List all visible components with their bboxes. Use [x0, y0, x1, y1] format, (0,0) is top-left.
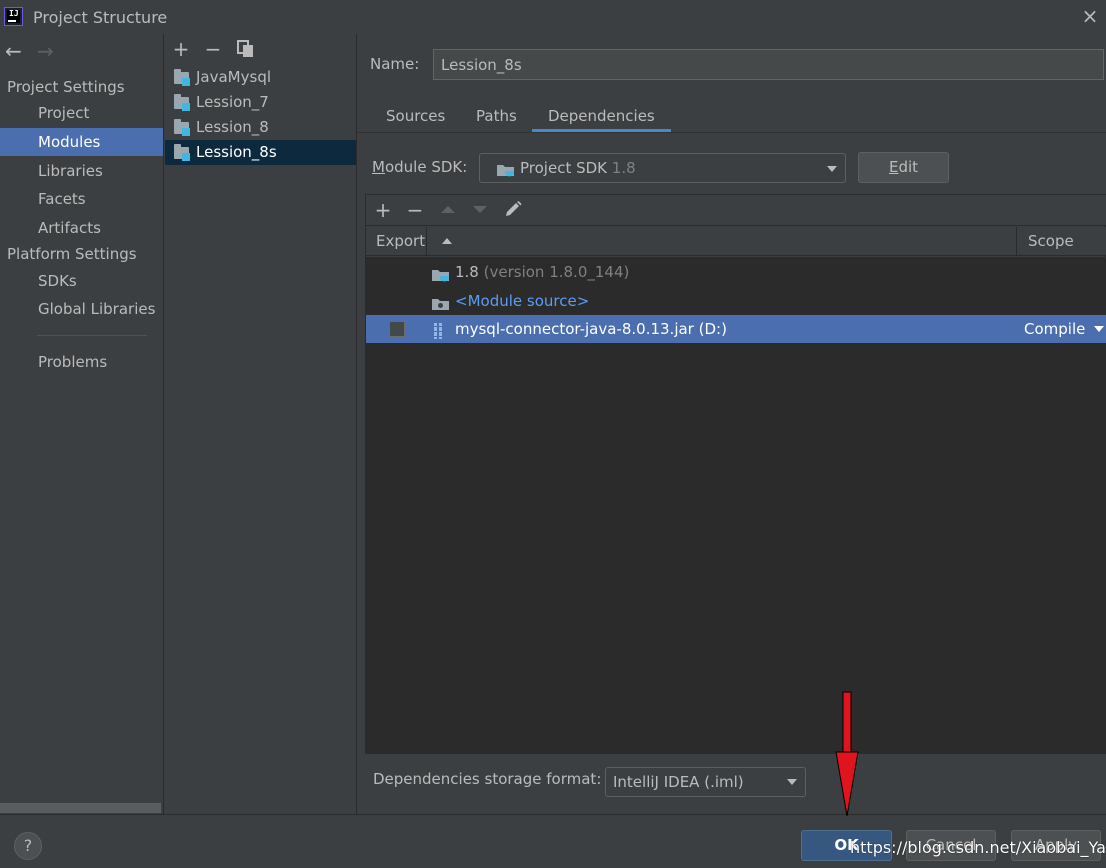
tab-strip-divider [357, 132, 1106, 133]
platform-settings-header: Platform Settings [7, 245, 137, 263]
storage-format-value: IntelliJ IDEA (.iml) [613, 773, 744, 791]
storage-format-select[interactable]: IntelliJ IDEA (.iml) [605, 767, 806, 797]
sidebar-item-sdks[interactable]: SDKs [0, 267, 163, 295]
sidebar-item-libraries[interactable]: Libraries [0, 157, 163, 185]
dependencies-table-header: Export Scope [366, 227, 1106, 256]
back-arrow-icon[interactable]: ← [5, 41, 22, 61]
dependency-row-jdk[interactable]: 1.8 (version 1.8.0_144) [366, 258, 1106, 286]
dependency-name: mysql-connector-java-8.0.13.jar (D:) [455, 320, 727, 338]
module-name-input[interactable] [433, 49, 1104, 80]
sdk-version: 1.8 [611, 159, 636, 177]
sidebar-item-modules[interactable]: Modules [0, 128, 163, 156]
add-module-icon[interactable]: + [171, 39, 191, 59]
export-checkbox[interactable] [389, 321, 405, 337]
module-folder-icon [174, 94, 190, 111]
intellij-app-icon: IJ [4, 7, 23, 26]
module-item-lession-8[interactable]: Lession_8 [165, 115, 356, 140]
module-folder-icon [174, 69, 190, 86]
sdk-value: Project SDK [520, 159, 607, 177]
dependency-version: (version 1.8.0_144) [483, 263, 630, 281]
sidebar-scrollbar[interactable] [0, 803, 161, 813]
scope-dropdown[interactable]: Compile [1024, 315, 1104, 343]
edit-pencil-icon[interactable] [504, 200, 522, 218]
tab-paths[interactable]: Paths [460, 104, 533, 132]
sidebar-item-facets[interactable]: Facets [0, 185, 163, 213]
remove-dependency-icon[interactable]: − [405, 200, 425, 220]
module-item-lession-7[interactable]: Lession_7 [165, 90, 356, 115]
forward-arrow-icon[interactable]: → [37, 41, 54, 61]
module-label: Lession_7 [196, 93, 269, 111]
scope-column-header[interactable]: Scope [1028, 227, 1074, 256]
export-column-header[interactable]: Export [376, 227, 425, 256]
module-item-lession-8s[interactable]: Lession_8s [165, 140, 356, 165]
name-label: Name: [370, 55, 420, 73]
move-down-icon[interactable] [473, 206, 487, 213]
watermark-text: https://blog.csdn.net/Xiaobai_Yang [850, 838, 1106, 857]
module-folder-icon [174, 119, 190, 136]
module-folder-icon [174, 144, 190, 161]
chevron-down-icon [827, 166, 837, 172]
module-sdk-label: Module SDK: [372, 158, 468, 176]
edit-sdk-button[interactable]: Edit [858, 152, 949, 183]
dependency-row-mysql-jar[interactable]: mysql-connector-java-8.0.13.jar (D:) Com… [366, 315, 1106, 343]
close-icon[interactable]: × [1080, 6, 1100, 26]
sidebar-item-project[interactable]: Project [0, 99, 163, 127]
move-up-icon[interactable] [441, 206, 455, 213]
chevron-down-icon [1094, 326, 1104, 332]
module-source-link[interactable]: <Module source> [455, 287, 589, 315]
sidebar-divider [37, 335, 147, 336]
sidebar-item-problems[interactable]: Problems [0, 348, 163, 376]
copy-module-icon[interactable] [237, 40, 255, 58]
module-sdk-select[interactable]: Project SDK 1.8 [479, 153, 846, 183]
tab-sources[interactable]: Sources [370, 104, 461, 132]
module-label: JavaMysql [196, 68, 272, 86]
help-button[interactable]: ? [14, 832, 42, 860]
column-separator [1016, 227, 1017, 256]
sort-ascending-icon[interactable] [442, 238, 452, 244]
red-annotation-arrow [832, 690, 862, 820]
storage-format-label: Dependencies storage format: [373, 770, 602, 788]
module-label: Lession_8s [196, 143, 277, 161]
chevron-down-icon [787, 779, 797, 785]
column-separator [426, 227, 427, 256]
jar-library-icon [431, 321, 447, 349]
module-label: Lession_8 [196, 118, 269, 136]
tab-dependencies[interactable]: Dependencies [532, 104, 671, 132]
dependency-name: 1.8 [455, 263, 479, 281]
remove-module-icon[interactable]: − [203, 39, 223, 59]
sidebar-item-artifacts[interactable]: Artifacts [0, 214, 163, 242]
window-title: Project Structure [33, 8, 168, 27]
add-dependency-icon[interactable]: + [373, 200, 393, 220]
dependency-row-module-source[interactable]: <Module source> [366, 287, 1106, 315]
sidebar-item-global-libraries[interactable]: Global Libraries [0, 295, 163, 323]
project-settings-header: Project Settings [7, 78, 125, 96]
sdk-folder-icon [496, 162, 516, 182]
module-item-javamysql[interactable]: JavaMysql [165, 65, 356, 90]
